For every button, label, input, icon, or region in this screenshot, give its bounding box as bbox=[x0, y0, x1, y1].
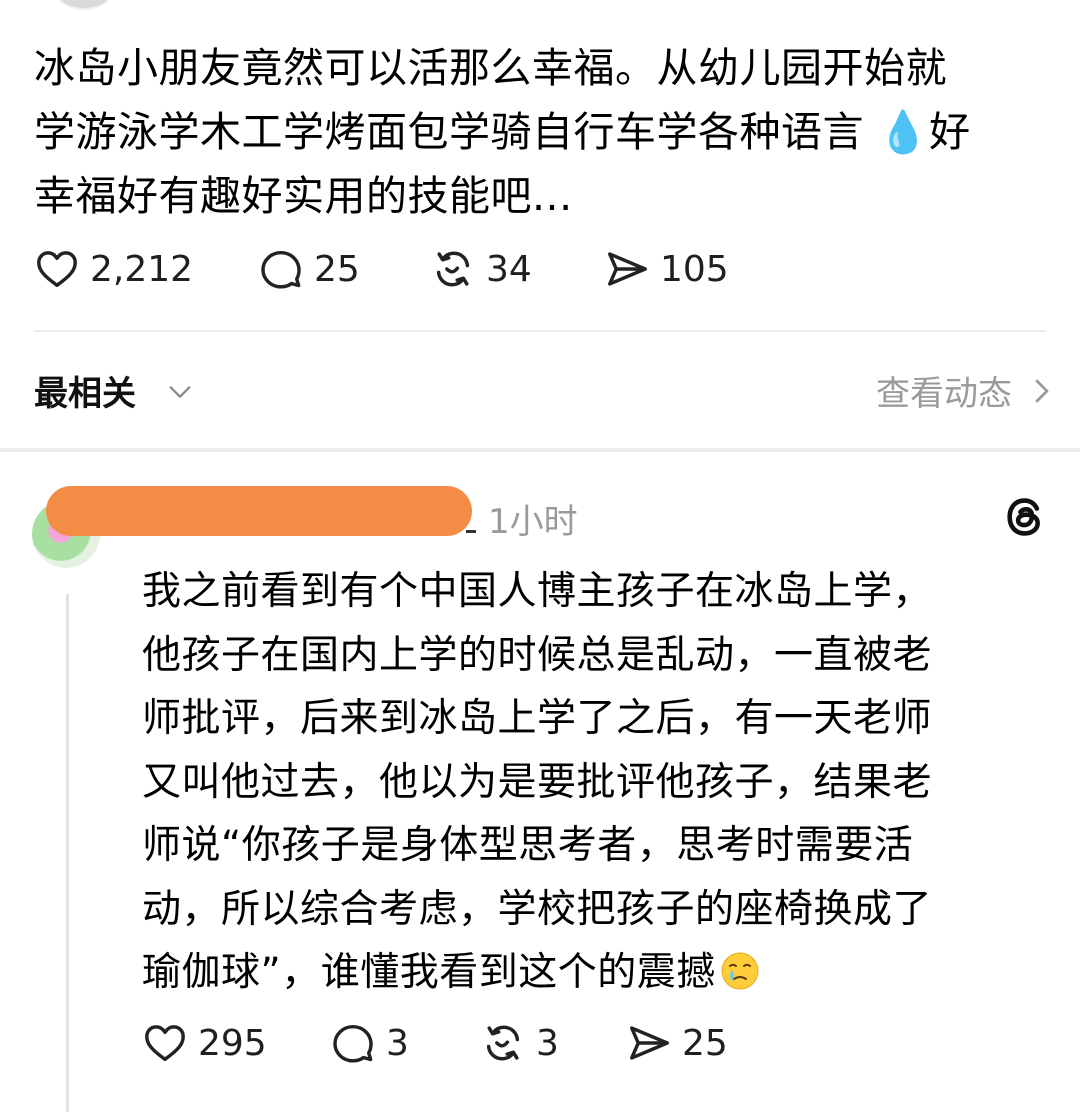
reply-like-button[interactable]: 295 bbox=[142, 1020, 330, 1066]
view-activity-label: 查看动态 bbox=[876, 374, 1012, 414]
reply-count: 25 bbox=[314, 248, 360, 290]
redacted-username bbox=[46, 486, 472, 536]
share-button[interactable]: 105 bbox=[604, 246, 729, 292]
water-drop-emoji: 💧 bbox=[877, 108, 930, 156]
post-line: 冰岛小朋友竟然可以活那么幸福。从幼儿园开始就 bbox=[34, 44, 947, 92]
like-count: 2,212 bbox=[90, 248, 194, 290]
heart-icon bbox=[145, 1025, 185, 1062]
post-line-tail: 好 bbox=[929, 108, 971, 156]
reply-line: 师说“你孩子是身体型思考者，思考时需要活 bbox=[142, 823, 914, 868]
reply-body: 我之前看到有个中国人博主孩子在冰岛上学， 他孩子在国内上学的时候总是乱动，一直被… bbox=[142, 560, 1062, 1005]
repost-button[interactable]: 34 bbox=[430, 246, 604, 292]
share-count: 105 bbox=[660, 248, 729, 290]
threads-logo-icon bbox=[1007, 498, 1040, 536]
reply-repost-count: 3 bbox=[536, 1022, 559, 1064]
reply-reply-count: 3 bbox=[386, 1022, 409, 1064]
speech-bubble-icon bbox=[333, 1024, 373, 1063]
reply-line: 瑜伽球”，谁懂我看到这个的震撼 bbox=[142, 941, 1062, 1005]
reply-line: 又叫他过去，他以为是要批评他孩子，结果老 bbox=[142, 759, 933, 805]
like-button[interactable]: 2,212 bbox=[34, 246, 258, 292]
reply-share-count: 25 bbox=[682, 1022, 728, 1064]
post-actions: 2,212 25 34 105 bbox=[34, 246, 729, 292]
reply-line: 动，所以综合考虑，学校把孩子的座椅换成了 bbox=[142, 886, 933, 932]
heart-icon bbox=[37, 251, 77, 288]
send-icon bbox=[630, 1026, 669, 1060]
reply-repost-button[interactable]: 3 bbox=[480, 1020, 626, 1066]
post-line-text: 学游泳学木工学烤面包学骑自行车学各种语言 bbox=[34, 108, 864, 156]
thread-line bbox=[66, 594, 69, 1112]
send-icon bbox=[608, 252, 647, 286]
reply-button[interactable]: 25 bbox=[258, 246, 430, 292]
repost-count: 34 bbox=[486, 248, 532, 290]
speech-bubble-icon bbox=[261, 250, 301, 289]
username-underscore bbox=[466, 530, 476, 533]
reply-timestamp: 1小时 bbox=[488, 502, 578, 542]
post-line: 学游泳学木工学烤面包学骑自行车学各种语言 💧好 bbox=[34, 100, 1054, 164]
reply-line: 他孩子在国内上学的时候总是乱动，一直被老 bbox=[142, 632, 933, 678]
reply-actions: 295 3 3 25 bbox=[142, 1020, 728, 1066]
section-divider bbox=[0, 448, 1080, 452]
divider bbox=[34, 330, 1046, 332]
threads-post-screen: 冰岛小朋友竟然可以活那么幸福。从幼儿园开始就 学游泳学木工学烤面包学骑自行车学各… bbox=[0, 0, 1080, 1112]
reply-like-count: 295 bbox=[198, 1022, 267, 1064]
reply-line-text: 瑜伽球”，谁懂我看到这个的震撼 bbox=[142, 950, 716, 995]
sort-row: 最相关 查看动态 bbox=[34, 366, 1054, 422]
repost-icon bbox=[436, 251, 470, 287]
chevron-right-icon bbox=[1035, 379, 1049, 402]
author-avatar[interactable] bbox=[50, 0, 118, 10]
reply-reply-button[interactable]: 3 bbox=[330, 1020, 480, 1066]
view-activity-link[interactable]: 查看动态 bbox=[876, 366, 1054, 415]
sort-dropdown[interactable]: 最相关 bbox=[34, 366, 136, 415]
chevron-down-icon[interactable] bbox=[166, 378, 194, 406]
reply-line: 我之前看到有个中国人博主孩子在冰岛上学， bbox=[142, 569, 933, 614]
reply-line: 师批评，后来到冰岛上学了之后，有一天老师 bbox=[142, 696, 933, 741]
face-holding-back-tears-emoji bbox=[721, 952, 759, 990]
repost-icon bbox=[486, 1025, 520, 1061]
reply-share-button[interactable]: 25 bbox=[626, 1020, 728, 1066]
post-line: 幸福好有趣好实用的技能吧... bbox=[34, 172, 573, 220]
post-body: 冰岛小朋友竟然可以活那么幸福。从幼儿园开始就 学游泳学木工学烤面包学骑自行车学各… bbox=[34, 36, 1054, 228]
